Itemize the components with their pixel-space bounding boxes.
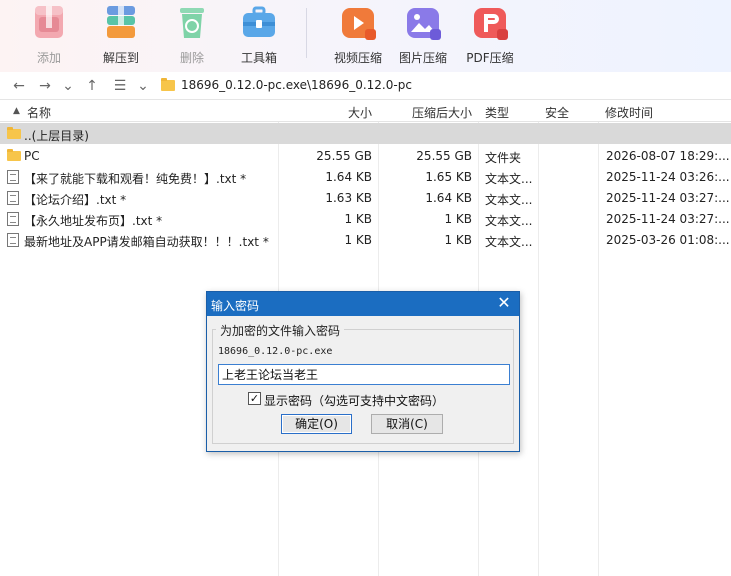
history-dropdown-icon[interactable]: ⌄ [59, 76, 77, 96]
show-password-checkbox[interactable]: ✓ [248, 392, 261, 405]
toolbox-icon [239, 2, 279, 42]
column-name[interactable]: 名称 [27, 104, 51, 121]
text-file-icon [7, 191, 19, 205]
row-name: 【永久地址发布页】.txt * [24, 214, 163, 228]
add-label: 添加 [36, 51, 61, 65]
folder-icon [161, 78, 175, 91]
row-name: PC [24, 149, 40, 163]
table-row[interactable]: 【来了就能下载和观看！纯免费！】.txt * 1.64 KB 1.65 KB 文… [0, 166, 731, 187]
row-packed-size: 1.65 KB [425, 170, 472, 184]
back-arrow-icon[interactable]: ← [10, 76, 28, 96]
delete-recycle-icon [172, 2, 212, 42]
video-compress-button[interactable]: 视频压缩 [330, 2, 386, 68]
row-modified: 2025-11-24 03:27:... [606, 191, 730, 205]
column-header: ▲ 名称 大小 压缩后大小 类型 安全 修改时间 [0, 100, 731, 122]
row-size: 1.63 KB [325, 191, 372, 205]
row-type: 文本文... [485, 214, 533, 228]
password-dialog: 输入密码 ✕ 为加密的文件输入密码 18696_0.12.0-pc.exe ✓ … [206, 291, 520, 452]
row-name: 最新地址及APP请发邮箱自动获取！！！.txt * [24, 235, 269, 249]
sort-up-icon: ▲ [13, 106, 20, 116]
row-packed-size: 1 KB [444, 212, 472, 226]
pdf-compress-button[interactable]: PDF压缩 [462, 2, 518, 68]
text-file-icon [7, 170, 19, 184]
extract-to-button[interactable]: 解压到 [93, 2, 149, 68]
password-input[interactable] [218, 364, 510, 385]
add-archive-icon [29, 2, 69, 42]
ok-button[interactable]: 确定(O) [281, 414, 352, 434]
row-type: 文件夹 [485, 151, 522, 165]
path-field[interactable]: 18696_0.12.0-pc.exe\18696_0.12.0-pc [155, 75, 725, 97]
dialog-title-bar[interactable]: 输入密码 ✕ [207, 292, 519, 316]
up-arrow-icon[interactable]: ↑ [83, 76, 101, 96]
folder-icon [7, 149, 21, 161]
path-text: 18696_0.12.0-pc.exe\18696_0.12.0-pc [181, 78, 412, 92]
view-dropdown-icon[interactable]: ⌄ [134, 76, 152, 96]
folder-icon [7, 127, 21, 139]
dialog-title: 输入密码 [211, 299, 260, 313]
row-packed-size: 1.64 KB [425, 191, 472, 205]
close-icon[interactable]: ✕ [495, 294, 513, 312]
row-modified: 2025-03-26 01:08:... [606, 233, 730, 247]
table-row[interactable]: 【论坛介绍】.txt * 1.63 KB 1.64 KB 文本文... 2025… [0, 187, 731, 208]
table-row[interactable]: PC 25.55 GB 25.55 GB 文件夹 2026-08-07 18:2… [0, 145, 731, 166]
row-packed-size: 1 KB [444, 233, 472, 247]
toolbar-divider [306, 8, 307, 58]
extract-to-icon [101, 2, 141, 42]
toolbox-button[interactable]: 工具箱 [231, 2, 287, 68]
row-size: 1 KB [344, 212, 372, 226]
show-password-label[interactable]: 显示密码（勾选可支持中文密码） [264, 392, 444, 409]
row-modified: 2025-11-24 03:27:... [606, 212, 730, 226]
row-type: 文本文... [485, 235, 533, 249]
row-modified: 2026-08-07 18:29:... [606, 149, 730, 163]
text-file-icon [7, 233, 19, 247]
image-compress-label: 图片压缩 [398, 51, 447, 65]
table-row[interactable]: 【永久地址发布页】.txt * 1 KB 1 KB 文本文... 2025-11… [0, 208, 731, 229]
pdf-compress-label: PDF压缩 [466, 51, 514, 65]
column-type[interactable]: 类型 [485, 104, 509, 121]
toolbox-label: 工具箱 [240, 51, 277, 65]
forward-arrow-icon[interactable]: → [36, 76, 54, 96]
cancel-button[interactable]: 取消(C) [371, 414, 443, 434]
delete-label: 删除 [179, 51, 204, 65]
video-compress-icon [338, 2, 378, 42]
column-modified[interactable]: 修改时间 [605, 104, 653, 121]
row-packed-size: 25.55 GB [416, 149, 472, 163]
view-list-icon[interactable]: ☰ [111, 76, 129, 96]
row-size: 1 KB [344, 233, 372, 247]
text-file-icon [7, 212, 19, 226]
row-size: 25.55 GB [316, 149, 372, 163]
group-label: 为加密的文件输入密码 [216, 322, 345, 339]
archive-filename: 18696_0.12.0-pc.exe [218, 346, 333, 357]
column-size[interactable]: 大小 [278, 104, 372, 121]
extract-to-label: 解压到 [102, 51, 139, 65]
row-type: 文本文... [485, 193, 533, 207]
column-security[interactable]: 安全 [545, 104, 569, 121]
image-compress-button[interactable]: 图片压缩 [395, 2, 451, 68]
row-name: ..(上层目录) [24, 129, 89, 143]
row-size: 1.64 KB [325, 170, 372, 184]
column-packed-size[interactable]: 压缩后大小 [378, 104, 472, 121]
table-row[interactable]: 最新地址及APP请发邮箱自动获取！！！.txt * 1 KB 1 KB 文本文.… [0, 229, 731, 250]
image-compress-icon [403, 2, 443, 42]
video-compress-label: 视频压缩 [333, 51, 382, 65]
row-type: 文本文... [485, 172, 533, 186]
address-bar: ← → ⌄ ↑ ☰ ⌄ 18696_0.12.0-pc.exe\18696_0.… [0, 72, 731, 100]
toolbar: 添加 解压到 删除 工具箱 视频压缩 图片压缩 PDF压缩 [0, 0, 731, 72]
pdf-compress-icon [470, 2, 510, 42]
add-button[interactable]: 添加 [21, 2, 77, 68]
row-name: 【来了就能下载和观看！纯免费！】.txt * [24, 172, 247, 186]
delete-button[interactable]: 删除 [164, 2, 220, 68]
table-row[interactable]: ..(上层目录) [0, 123, 731, 144]
row-name: 【论坛介绍】.txt * [24, 193, 127, 207]
row-modified: 2025-11-24 03:26:... [606, 170, 730, 184]
